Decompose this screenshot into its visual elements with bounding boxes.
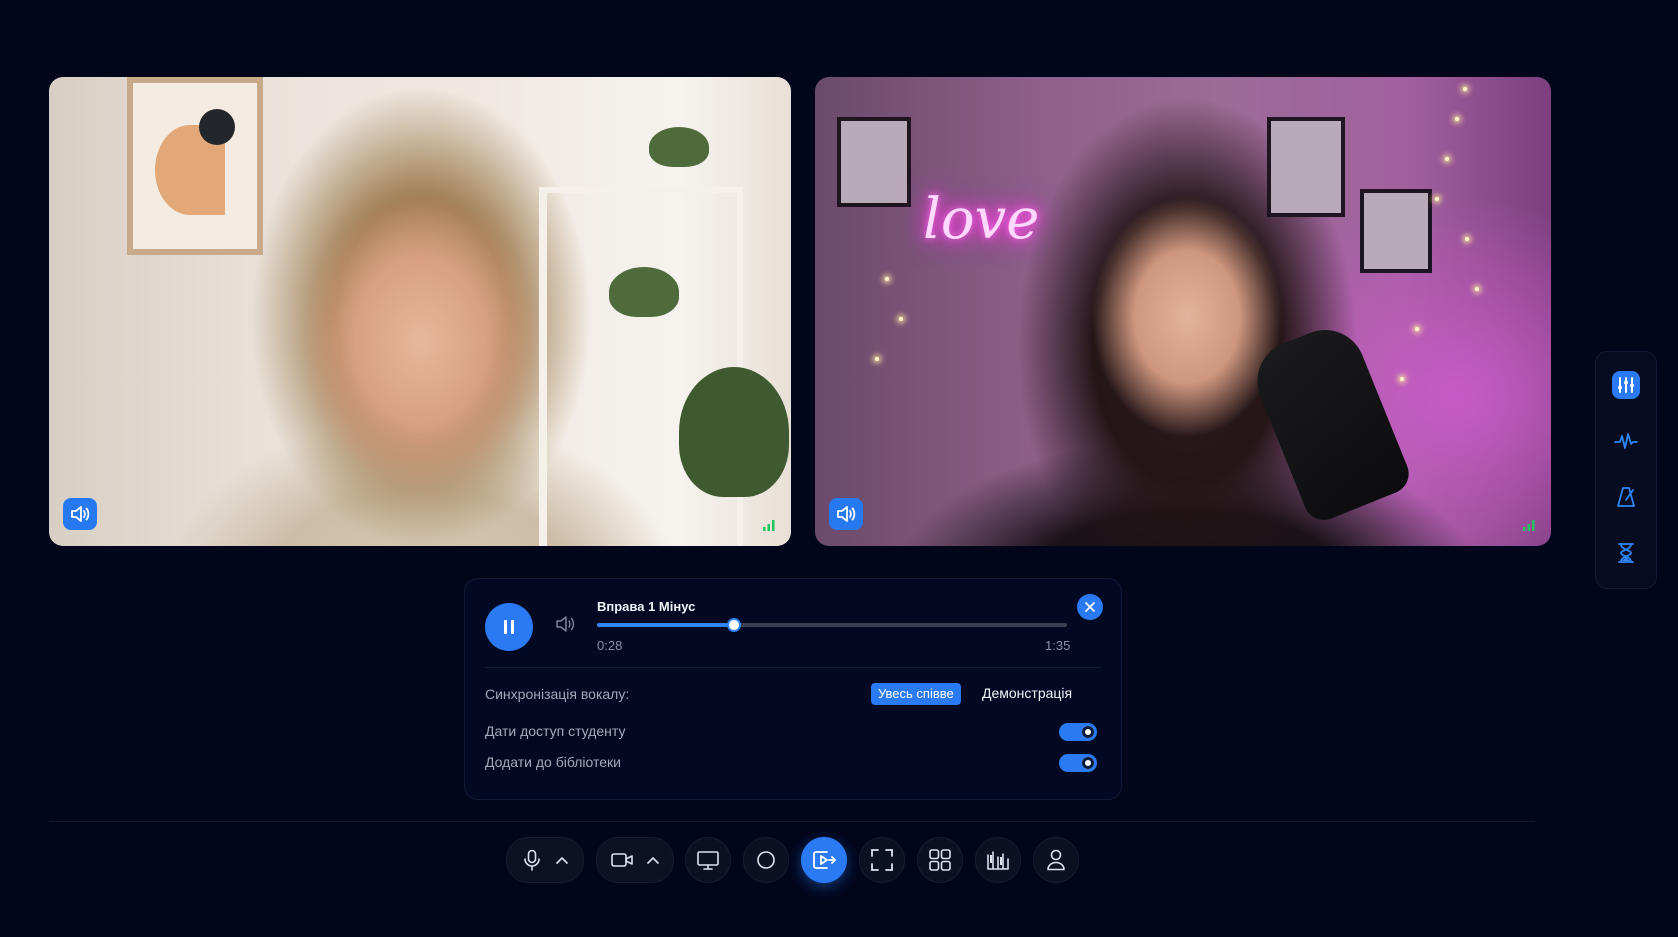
media-player-button[interactable] [801,837,847,883]
close-icon [1085,602,1095,612]
volume-icon [556,616,575,632]
hourglass-icon [1618,543,1634,563]
plant [649,127,709,167]
student-access-toggle[interactable] [1059,723,1097,741]
signal-bars-icon [1523,520,1535,531]
profile-icon [1047,849,1065,871]
speaker-icon [837,506,856,522]
waveform-button[interactable] [1607,422,1645,460]
profile-button[interactable] [1033,837,1079,883]
sync-option-demo[interactable]: Демонстрація [982,685,1072,701]
student-access-label: Дати доступ студенту [485,723,626,739]
fullscreen-icon [871,849,893,871]
media-player-icon [813,851,836,869]
track-title: Вправа 1 Мінус [597,599,696,614]
studio-microphone [1245,317,1415,527]
wall-frame [837,117,911,207]
pause-icon [504,620,514,634]
close-player-button[interactable] [1077,594,1103,620]
metronome-button[interactable] [1607,478,1645,516]
chevron-up-icon[interactable] [556,856,568,864]
wall-frame [1267,117,1345,217]
add-to-library-label: Додати до бібліотеки [485,754,621,770]
sync-option-full[interactable]: Увесь співве [871,683,961,705]
progress-handle[interactable] [727,618,742,632]
total-time: 1:35 [1045,638,1071,653]
wall-art [127,77,263,255]
piano-button[interactable] [975,837,1021,883]
video-tile-participant-1[interactable] [49,77,791,546]
fullscreen-button[interactable] [859,837,905,883]
audio-player-card: Вправа 1 Мінус 0:28 1:35 Синхронізація в… [464,578,1122,800]
plant [679,367,789,497]
signal-bars-icon [763,520,775,531]
add-to-library-toggle[interactable] [1059,754,1097,772]
timer-button[interactable] [1607,534,1645,572]
progress-fill [597,623,734,627]
participant-audio-button[interactable] [63,498,97,530]
plant [609,267,679,317]
grid-layout-button[interactable] [917,837,963,883]
waveform-icon [1614,433,1638,449]
pause-button[interactable] [485,603,533,651]
progress-slider[interactable] [597,618,1067,632]
piano-icon [987,851,1009,870]
video-tile-participant-2[interactable]: love [815,77,1551,546]
current-time: 0:28 [597,638,623,653]
chevron-up-icon[interactable] [647,856,659,864]
metronome-icon [1617,487,1635,507]
participant-audio-button[interactable] [829,498,863,530]
record-icon [757,851,775,869]
microphone-control[interactable] [506,837,584,883]
camera-control[interactable] [596,837,674,883]
microphone-icon [524,849,540,871]
toolbar-divider [49,821,1535,822]
mixer-icon [1612,371,1640,399]
wall-frame [1360,189,1432,273]
screen-share-button[interactable] [685,837,731,883]
screen-share-icon [697,851,719,870]
divider [485,667,1101,668]
vocal-sync-label: Синхронізація вокалу: [485,686,630,702]
grid-layout-icon [929,849,951,871]
record-button[interactable] [743,837,789,883]
camera-icon [611,853,633,867]
neon-sign: love [923,187,1040,252]
speaker-icon [71,506,90,522]
mixer-button[interactable] [1607,366,1645,404]
volume-button[interactable] [555,615,575,633]
side-tools-panel [1595,351,1657,589]
